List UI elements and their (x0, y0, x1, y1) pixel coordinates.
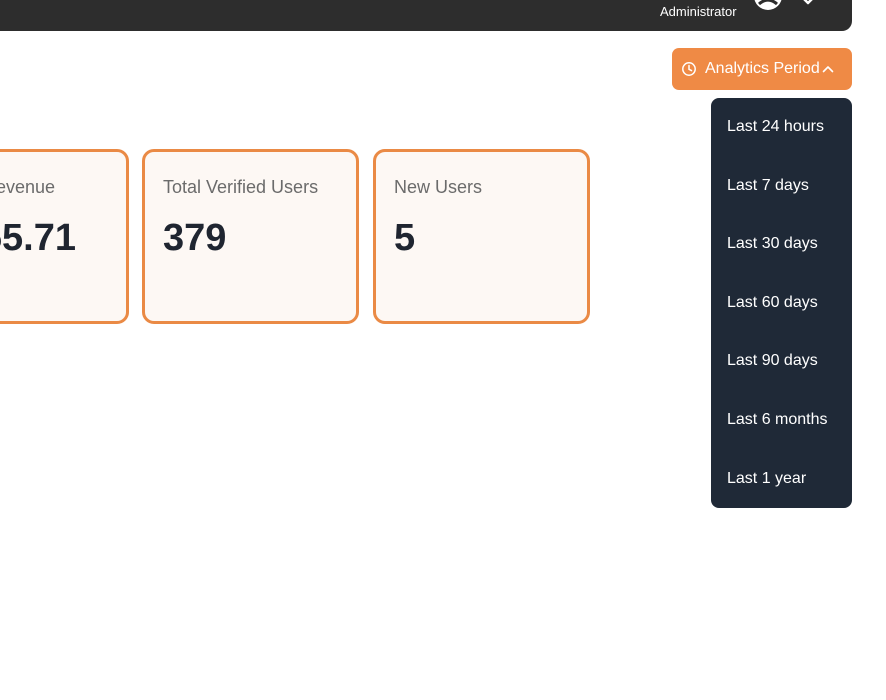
new-users-card-value: 5 (394, 217, 416, 259)
period-option-24-hours[interactable]: Last 24 hours (711, 98, 852, 157)
verified-users-card: Total Verified Users 379 (142, 149, 359, 324)
revenue-card-value: 55.71 (0, 217, 76, 259)
chevron-up-icon (822, 66, 834, 73)
period-option-1-year[interactable]: Last 1 year (711, 450, 852, 509)
revenue-card-title: evenue (0, 177, 55, 197)
period-option-90-days[interactable]: Last 90 days (711, 332, 852, 391)
dashboard-page: Administrator Analytics Period Last 24 h… (0, 0, 886, 700)
revenue-card: evenue 55.71 (0, 149, 129, 324)
chevron-down-icon[interactable] (800, 0, 816, 5)
user-role-label: Administrator (660, 4, 737, 19)
user-circle-icon[interactable] (753, 0, 783, 14)
analytics-period-dropdown: Last 24 hours Last 7 days Last 30 days L… (711, 98, 852, 508)
clock-icon (682, 62, 696, 76)
verified-users-card-title: Total Verified Users (163, 177, 319, 197)
new-users-card-title: New Users (394, 177, 483, 197)
period-option-30-days[interactable]: Last 30 days (711, 215, 852, 274)
period-option-7-days[interactable]: Last 7 days (711, 157, 852, 216)
period-option-60-days[interactable]: Last 60 days (711, 274, 852, 333)
period-option-6-months[interactable]: Last 6 months (711, 391, 852, 450)
analytics-period-button[interactable]: Analytics Period (672, 48, 852, 90)
new-users-card: New Users 5 (373, 149, 590, 324)
verified-users-card-value: 379 (163, 217, 227, 259)
analytics-period-label: Analytics Period (705, 60, 820, 77)
